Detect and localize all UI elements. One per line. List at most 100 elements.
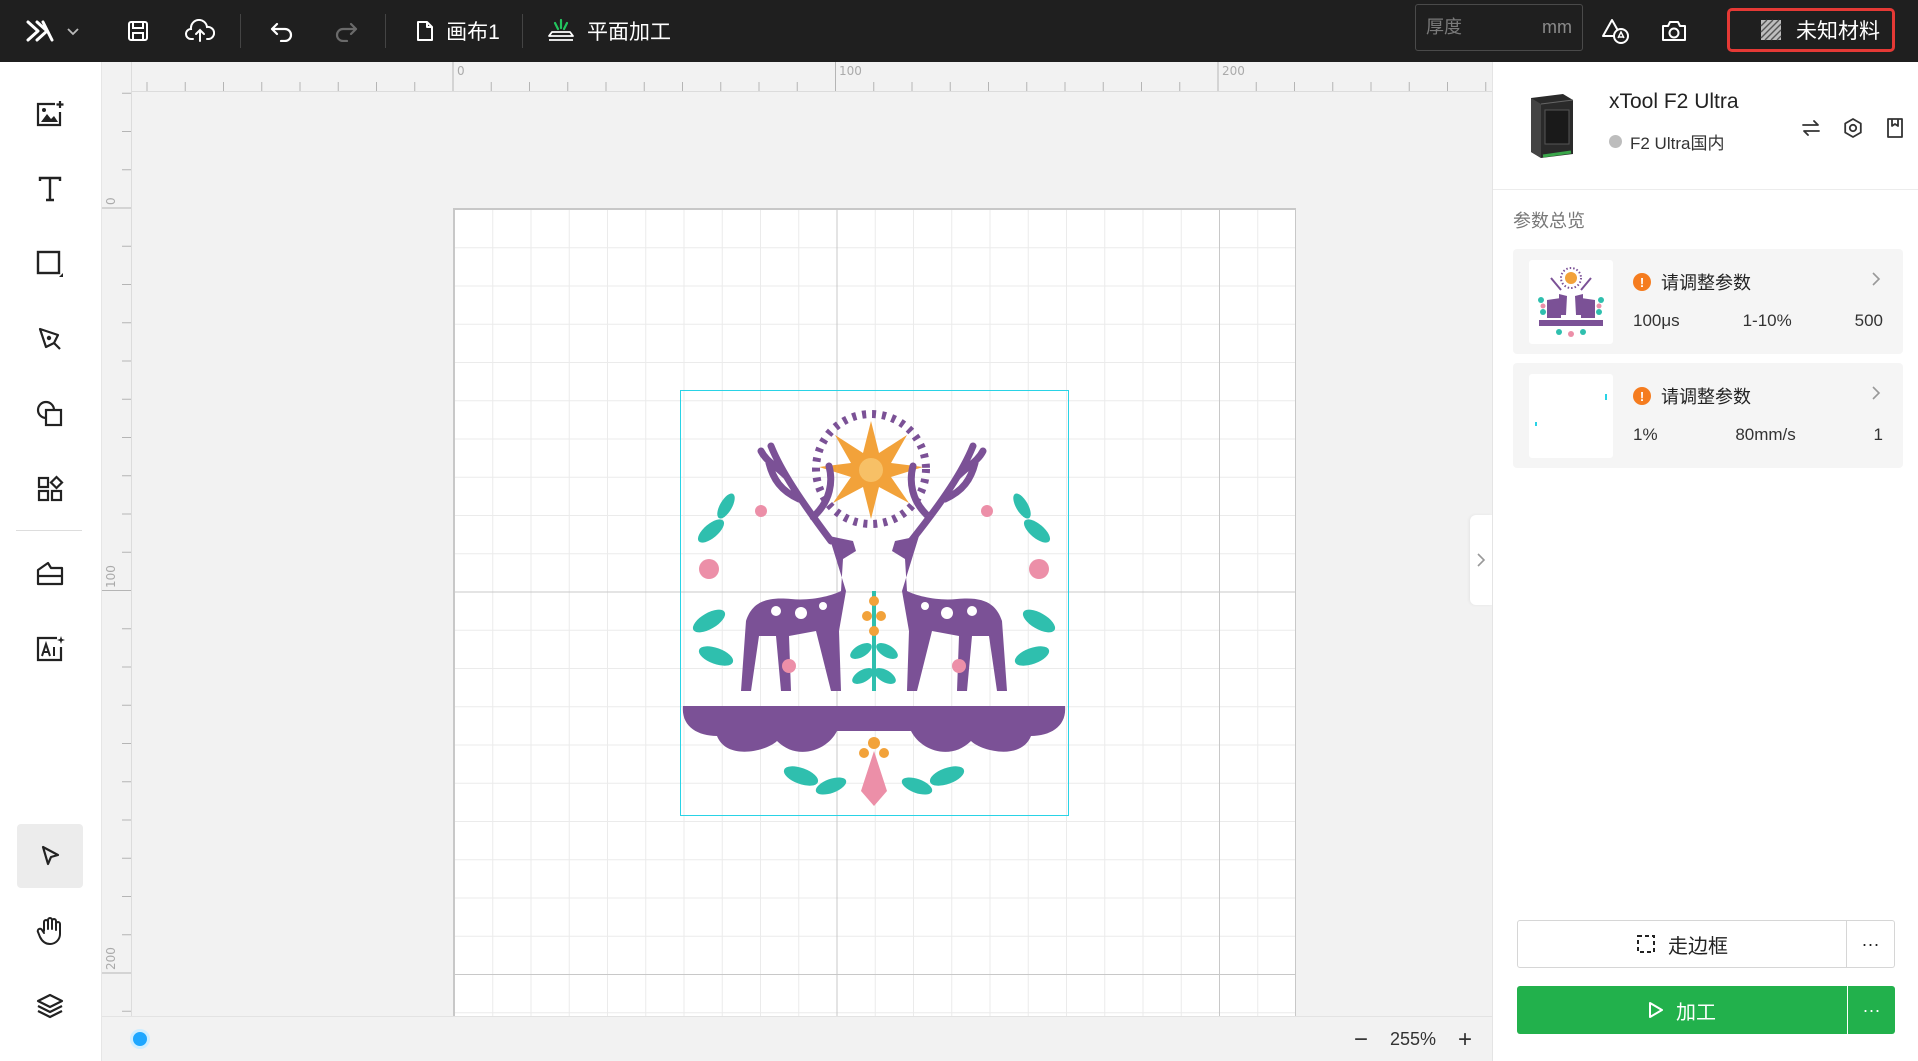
warning-icon: ! [1633, 387, 1651, 405]
toolbar-divider [385, 14, 386, 48]
select-tool[interactable] [17, 824, 83, 888]
save-button[interactable] [118, 0, 158, 62]
frame-dashed-icon [1637, 935, 1655, 953]
panel-collapse-toggle[interactable] [1470, 515, 1492, 605]
chevron-right-icon [1872, 386, 1881, 400]
graphics-library-tool[interactable] [17, 382, 83, 446]
param-value: 1% [1633, 425, 1658, 444]
zoom-out-button[interactable]: − [1354, 1027, 1368, 1052]
chevron-down-icon [67, 28, 79, 36]
auto-measure-button[interactable] [1594, 0, 1636, 62]
zoom-control: − 255% + [1354, 1017, 1472, 1061]
camera-icon [1662, 21, 1686, 41]
pen-tool[interactable] [17, 307, 83, 371]
param-value: 1-10% [1742, 311, 1792, 330]
material-library-tool[interactable] [17, 542, 83, 606]
params-overview-title: 参数总览 [1513, 211, 1585, 231]
shape-tool[interactable] [17, 232, 83, 296]
text-icon [38, 176, 62, 202]
param-thumbnail [1529, 374, 1613, 458]
ruler-left-ticks [102, 92, 131, 1012]
pen-icon [38, 327, 61, 350]
app-menu[interactable] [18, 0, 88, 62]
param-thumbnail [1529, 260, 1613, 344]
redo-icon [335, 22, 358, 42]
ruler-left-label: 100 [104, 565, 118, 588]
param-warning: ! 请调整参数 [1633, 269, 1751, 295]
thickness-unit: mm [1542, 17, 1572, 37]
rectangle-icon [36, 250, 63, 277]
canvas-status-bar: − 255% + [102, 1016, 1492, 1061]
device-name: xTool F2 Ultra [1609, 90, 1739, 113]
redo-button[interactable] [326, 0, 366, 62]
device-docs-button[interactable] [1879, 112, 1911, 144]
processing-mode-button[interactable]: 平面加工 [545, 0, 673, 62]
param-values: 1% 80mm/s 1 [1633, 425, 1883, 445]
components-tool[interactable] [17, 457, 83, 521]
process-more-button[interactable]: ··· [1848, 986, 1895, 1034]
shapes-icon [36, 400, 63, 427]
xtool-x-logo-icon [26, 20, 54, 42]
material-selector[interactable]: 未知材料 [1727, 8, 1895, 52]
device-status-label: F2 Ultra国内 [1630, 134, 1725, 153]
device-settings-button[interactable] [1837, 112, 1869, 144]
image-add-icon [36, 101, 64, 127]
toolbar-divider [240, 14, 241, 48]
switch-device-button[interactable] [1795, 112, 1827, 144]
swap-icon [1802, 120, 1820, 136]
hand-tool[interactable] [17, 899, 83, 963]
param-warning: ! 请调整参数 [1633, 383, 1751, 409]
ruler-top: 0 100 200 [102, 62, 1492, 92]
material-texture-icon [1760, 19, 1782, 41]
top-bar: 画布1 平面加工 mm 未知材料 [0, 0, 1918, 62]
toolbar-divider [16, 530, 82, 531]
zoom-level[interactable]: 255% [1390, 1029, 1436, 1050]
process-button[interactable]: 加工 [1517, 986, 1847, 1034]
material-library-icon [36, 561, 64, 586]
undo-button[interactable] [262, 0, 302, 62]
toolbar-divider [522, 14, 523, 48]
undo-icon [270, 22, 293, 42]
param-card-path[interactable]: ! 请调整参数 1% 80mm/s 1 [1513, 363, 1903, 468]
device-status-dot [1609, 135, 1622, 148]
canvas-name-button[interactable]: 画布1 [412, 0, 504, 62]
device-card: xTool F2 Ultra F2 Ultra国内 [1493, 62, 1918, 190]
ruler-top-label: 0 [457, 64, 465, 78]
canvas-name: 画布1 [446, 21, 500, 44]
add-image-tool[interactable] [17, 82, 83, 146]
text-tool[interactable] [17, 157, 83, 221]
frame-button[interactable]: 走边框 [1517, 920, 1847, 968]
path-thumbnail-image [1535, 394, 1607, 426]
param-value: 80mm/s [1735, 425, 1796, 444]
cloud-upload-button[interactable] [179, 0, 221, 62]
save-icon [128, 21, 148, 41]
thickness-input[interactable] [1426, 17, 1542, 38]
ai-image-tool[interactable] [17, 617, 83, 681]
camera-button[interactable] [1653, 0, 1695, 62]
cloud-upload-icon [185, 19, 215, 42]
laser-flat-icon [548, 18, 574, 41]
material-label: 未知材料 [1796, 20, 1880, 43]
ai-image-icon [36, 636, 65, 662]
thickness-field[interactable]: mm [1415, 4, 1583, 51]
deer-folk-art-image [682, 410, 1066, 806]
ruler-top-label: 200 [1222, 64, 1245, 78]
deer-thumbnail-image [1538, 267, 1604, 337]
ruler-top-ticks [108, 62, 1487, 91]
frame-more-button[interactable]: ··· [1847, 920, 1895, 968]
ruler-left-label: 0 [104, 197, 118, 205]
layers-tool[interactable] [17, 974, 83, 1038]
process-button-label: 加工 [1676, 1001, 1716, 1024]
zoom-in-button[interactable]: + [1458, 1027, 1472, 1052]
param-warning-label: 请调整参数 [1661, 273, 1751, 293]
measure-shapes-icon [1602, 19, 1629, 44]
gear-icon [1844, 118, 1862, 138]
param-card-image[interactable]: ! 请调整参数 100μs 1-10% 500 [1513, 249, 1903, 354]
laser-machine-image [1531, 94, 1574, 158]
hand-icon [36, 917, 61, 945]
ruler-left: 0 100 200 [102, 62, 132, 1016]
right-panel: xTool F2 Ultra F2 Ultra国内 参数总览 ! 请调整参数 1… [1492, 62, 1918, 1061]
layers-icon [36, 993, 64, 1019]
design-canvas[interactable]: 0 100 200 0 100 200 − 255% + [102, 62, 1492, 1061]
selected-image[interactable] [680, 390, 1069, 816]
